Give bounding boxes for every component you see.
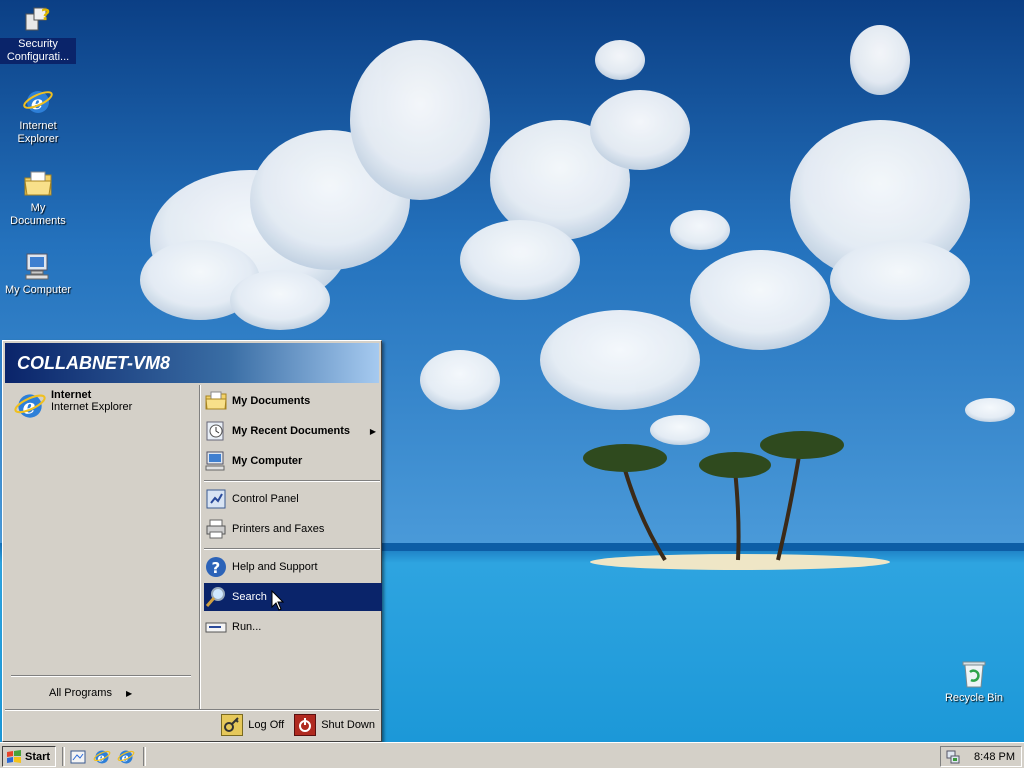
separator	[204, 548, 380, 550]
desktop-icon-my-documents[interactable]: My Documents	[0, 168, 76, 228]
pinned-internet-explorer[interactable]: e Internet Internet Explorer	[13, 389, 132, 423]
svg-text:?: ?	[41, 5, 50, 24]
all-programs-label: All Programs	[49, 687, 112, 699]
menu-item-my-computer[interactable]: My Computer	[204, 447, 380, 475]
desktop-icon-label: My Computer	[4, 284, 72, 296]
separator	[11, 675, 191, 677]
pinned-item-subtitle: Internet Explorer	[51, 401, 133, 413]
desktop-icon-recycle-bin[interactable]: Recycle Bin	[936, 658, 1012, 705]
arrow-right-icon: ▶	[369, 426, 376, 436]
menu-item-label: My Computer	[232, 455, 303, 467]
menu-item-run[interactable]: Run...	[204, 613, 380, 641]
my-documents-icon	[205, 391, 227, 410]
help-icon: ?	[206, 557, 226, 577]
menu-item-label: Control Panel	[232, 493, 299, 505]
desktop-icon-internet-explorer[interactable]: e Internet Explorer	[0, 86, 76, 146]
system-tray: 8:48 PM	[940, 746, 1022, 767]
menu-item-label: My Recent Documents	[232, 425, 350, 437]
start-menu-right-pane: My Documents My Recent Documents ▶ My Co…	[199, 385, 382, 709]
log-off-label: Log Off	[248, 718, 285, 731]
start-menu: COLLABNET-VM8 e Internet Internet Explor…	[2, 340, 382, 742]
menu-item-label: Help and Support	[232, 561, 318, 573]
recent-documents-icon	[206, 421, 224, 441]
desktop-icon-label: Security Configurati...	[0, 38, 76, 64]
printer-icon	[206, 519, 226, 539]
network-icon[interactable]	[945, 749, 961, 765]
desktop-icon-security-configuration[interactable]: ? Security Configurati...	[0, 4, 76, 64]
my-computer-icon	[25, 253, 49, 280]
menu-item-label: Search	[232, 591, 267, 603]
internet-explorer-icon: e	[23, 91, 53, 114]
control-panel-icon	[206, 489, 226, 509]
taskbar-separator	[62, 747, 65, 766]
shut-down-label: Shut Down	[321, 718, 375, 731]
menu-item-label: Printers and Faxes	[232, 523, 325, 535]
menu-item-my-recent-documents[interactable]: My Recent Documents ▶	[204, 417, 380, 445]
menu-item-label: My Documents	[232, 395, 311, 407]
svg-text:?: ?	[212, 559, 221, 577]
start-menu-user-header: COLLABNET-VM8	[5, 343, 379, 383]
windows-logo-icon	[7, 749, 21, 763]
my-documents-icon	[24, 171, 52, 196]
start-menu-footer: Log Off Shut Down	[5, 709, 379, 739]
pinned-item-title: Internet	[51, 389, 92, 401]
clock[interactable]: 8:48 PM	[974, 751, 1015, 763]
internet-explorer-icon[interactable]: e	[117, 748, 135, 766]
arrow-right-icon: ▶	[125, 688, 133, 698]
search-icon	[205, 587, 225, 607]
key-icon	[221, 713, 244, 736]
start-button[interactable]: Start	[2, 746, 56, 767]
menu-item-printers-and-faxes[interactable]: Printers and Faxes	[204, 515, 380, 543]
desktop-icon-label: Recycle Bin	[944, 692, 1004, 704]
desktop-icon-my-computer[interactable]: My Computer	[0, 250, 76, 297]
separator	[204, 480, 380, 482]
show-desktop-icon[interactable]	[69, 748, 87, 766]
start-menu-left-pane: e Internet Internet Explorer All Program…	[5, 385, 197, 709]
shut-down-button[interactable]: Shut Down	[294, 713, 375, 737]
taskbar-separator	[143, 747, 146, 766]
menu-item-search[interactable]: Search	[204, 583, 382, 611]
all-programs-button[interactable]: All Programs ▶	[49, 685, 132, 701]
mouse-cursor-icon	[271, 590, 285, 611]
run-icon	[205, 622, 227, 633]
start-button-label: Start	[25, 750, 51, 763]
internet-explorer-icon[interactable]: e	[93, 748, 111, 766]
recycle-bin-icon	[962, 661, 986, 688]
menu-item-help-and-support[interactable]: ? Help and Support	[204, 553, 380, 581]
security-config-icon: ?	[25, 5, 50, 31]
desktop-icon-label: My Documents	[10, 202, 66, 227]
menu-item-my-documents[interactable]: My Documents	[204, 387, 380, 415]
menu-item-control-panel[interactable]: Control Panel	[204, 485, 380, 513]
internet-explorer-icon: e	[14, 394, 46, 418]
my-computer-icon	[205, 451, 225, 471]
power-icon	[294, 713, 317, 736]
log-off-button[interactable]: Log Off	[221, 713, 284, 737]
taskbar: Start e e 8:48 PM	[0, 742, 1024, 768]
menu-item-label: Run...	[232, 621, 262, 633]
desktop-icon-label: Internet Explorer	[17, 120, 59, 145]
